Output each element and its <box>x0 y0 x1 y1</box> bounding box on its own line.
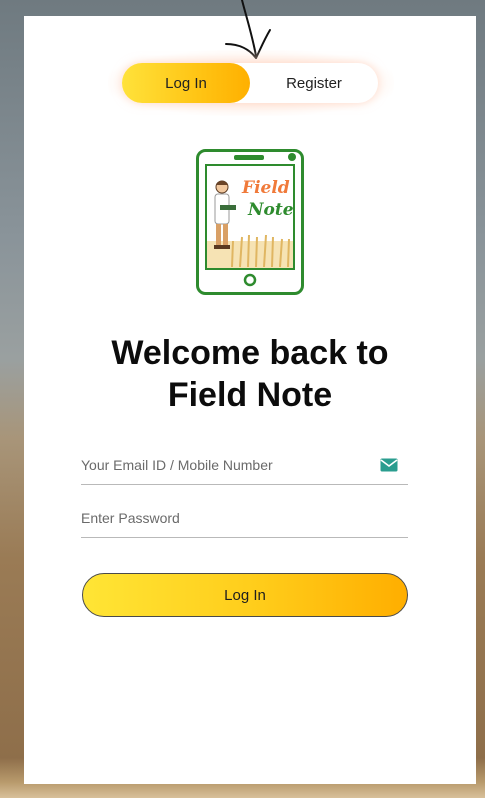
welcome-heading-line2: Field Note <box>167 376 333 414</box>
password-input[interactable] <box>81 501 371 535</box>
email-field-group <box>81 448 408 485</box>
welcome-heading-line1: Welcome back to <box>111 334 389 372</box>
field-note-logo: Field Note <box>196 149 304 295</box>
mail-icon <box>380 458 398 472</box>
welcome-heading: Welcome back to Field Note <box>24 332 476 416</box>
email-input[interactable] <box>81 448 371 482</box>
tab-register[interactable]: Register <box>250 63 378 103</box>
password-field-group <box>81 501 408 538</box>
logo-text-field: Field <box>241 178 290 198</box>
tab-login[interactable]: Log In <box>122 63 250 103</box>
auth-tabs: Log In Register <box>122 63 378 103</box>
login-button[interactable]: Log In <box>82 573 408 617</box>
logo-text-note: Note <box>247 200 294 220</box>
